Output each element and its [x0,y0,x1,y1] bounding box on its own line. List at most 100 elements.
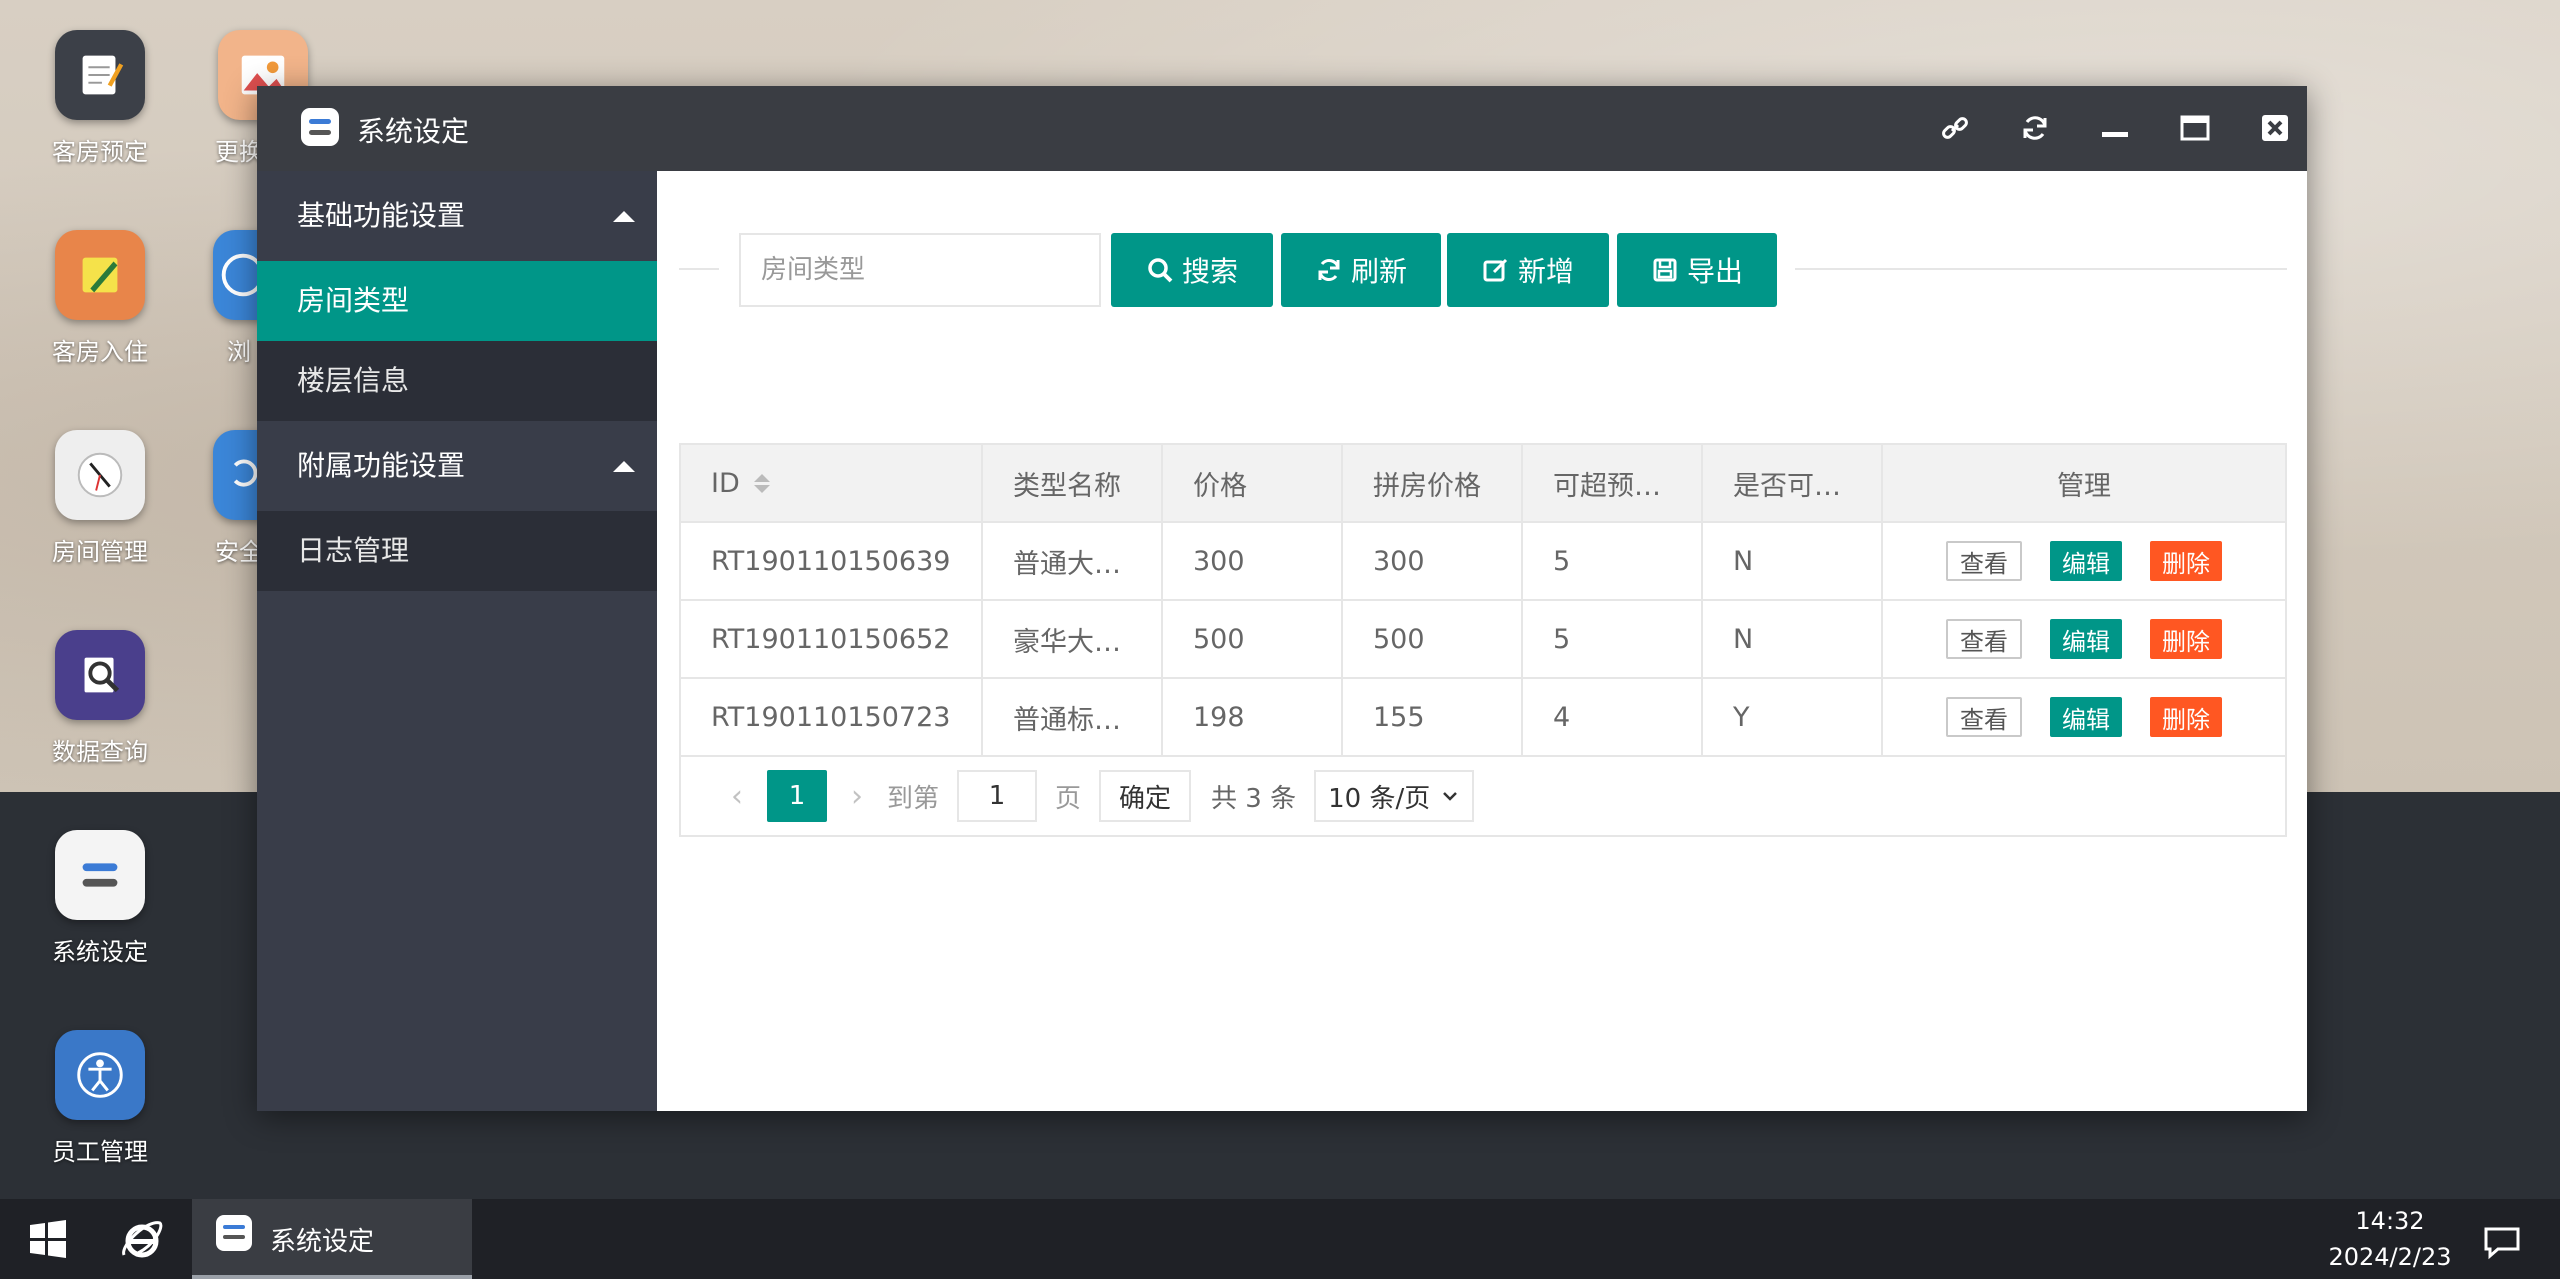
cell-name: 普通大… [983,523,1163,599]
refresh-icon [1318,259,1340,281]
cell-price: 300 [1163,523,1343,599]
cell-price: 500 [1163,601,1343,677]
view-button[interactable]: 查看 [1946,541,2022,581]
cell-name: 普通标… [983,679,1163,755]
main-content: 房间类型 搜索 刷新 新增 导出 ID 类型名称 价格 拼房价格 可超预… 是否… [657,171,2307,1111]
taskbar: 系统设定 14:32 2024/2/23 [0,1199,2560,1279]
magnifier-icon [55,630,145,720]
maximize-icon[interactable] [2177,110,2213,146]
taskbar-app-system-settings[interactable]: 系统设定 [192,1199,472,1279]
page-size-select[interactable]: 10 条/页 [1314,770,1475,822]
notification-chat-icon[interactable] [2482,1221,2522,1261]
sidebar-item-log-management[interactable]: 日志管理 [257,511,657,591]
close-icon[interactable] [2257,110,2293,146]
total-count: 共 3 条 [1211,783,1297,814]
pencil-note-icon [55,230,145,320]
search-icon [1148,258,1173,283]
confirm-button[interactable]: 确定 [1099,770,1192,822]
sort-icon[interactable] [753,473,770,493]
cell-share-price: 300 [1343,523,1523,599]
add-button[interactable]: 新增 [1447,233,1609,307]
cell-allow: N [1703,523,1883,599]
goto-label: 到第 [887,783,940,814]
desktop-icon-staff-management[interactable]: 员工管理 [20,1030,180,1167]
page-label: 页 [1055,783,1082,814]
person-icon [55,1030,145,1120]
cell-allow: Y [1703,679,1883,755]
refresh-button[interactable]: 刷新 [1281,233,1441,307]
cell-allow: N [1703,601,1883,677]
desktop-icon-data-query[interactable]: 数据查询 [20,630,180,767]
table-header: ID 类型名称 价格 拼房价格 可超预… 是否可… 管理 [681,445,2285,523]
app-icon [301,108,339,146]
sidebar: 基础功能设置 房间类型 楼层信息 附属功能设置 日志管理 [257,171,657,1111]
toolbar-divider [679,268,719,270]
cell-overbook: 5 [1523,523,1703,599]
sidebar-item-room-type[interactable]: 房间类型 [257,261,657,341]
cell-id: RT190110150652 [681,601,983,677]
window-title: 系统设定 [357,115,470,148]
table-row: RT190110150639 普通大… 300 300 5 N 查看 编辑 删除 [681,523,2285,601]
caret-up-icon [613,461,635,472]
link-icon[interactable] [1937,110,1973,146]
sidebar-group-basic[interactable]: 基础功能设置 [257,171,657,261]
internet-explorer-icon[interactable] [118,1215,166,1263]
cell-price: 198 [1163,679,1343,755]
search-input[interactable]: 房间类型 [739,233,1101,307]
table-row: RT190110150652 豪华大… 500 500 5 N 查看 编辑 删除 [681,601,2285,679]
edit-button[interactable]: 编辑 [2050,697,2122,737]
delete-button[interactable]: 删除 [2150,619,2222,659]
toolbar-divider [1795,268,2287,270]
cell-manage: 查看 编辑 删除 [1883,601,2285,677]
settings-toggle-icon [55,830,145,920]
sidebar-group-extra[interactable]: 附属功能设置 [257,421,657,511]
header-price: 价格 [1163,445,1343,521]
cell-overbook: 5 [1523,601,1703,677]
caret-up-icon [613,211,635,222]
header-id[interactable]: ID [681,445,983,521]
window-titlebar[interactable]: 系统设定 [257,86,2307,171]
export-button[interactable]: 导出 [1617,233,1777,307]
pagination: ‹ 1 › 到第 1 页 确定 共 3 条 10 条/页 [681,757,2285,835]
minimize-icon[interactable] [2097,110,2133,146]
cell-name: 豪华大… [983,601,1163,677]
cell-id: RT190110150723 [681,679,983,755]
goto-page-input[interactable]: 1 [957,770,1038,822]
taskbar-clock[interactable]: 14:32 2024/2/23 [2300,1203,2480,1275]
edit-button[interactable]: 编辑 [2050,541,2122,581]
notepad-icon [55,30,145,120]
clock-icon [55,430,145,520]
prev-page-icon[interactable]: ‹ [707,779,767,814]
desktop-icon-booking[interactable]: 客房预定 [20,30,180,167]
cell-share-price: 155 [1343,679,1523,755]
save-icon [1653,258,1677,282]
chevron-down-icon [1443,792,1458,801]
header-manage: 管理 [2057,470,2111,502]
view-button[interactable]: 查看 [1946,697,2022,737]
desktop-icon-system-settings[interactable]: 系统设定 [20,830,180,967]
header-allow: 是否可… [1703,445,1883,521]
cell-manage: 查看 编辑 删除 [1883,679,2285,755]
current-page[interactable]: 1 [767,770,827,822]
delete-button[interactable]: 删除 [2150,541,2222,581]
next-page-icon[interactable]: › [827,779,887,814]
header-name: 类型名称 [983,445,1163,521]
sidebar-item-floor-info[interactable]: 楼层信息 [257,341,657,421]
search-button[interactable]: 搜索 [1111,233,1273,307]
room-type-table: ID 类型名称 价格 拼房价格 可超预… 是否可… 管理 RT190110150… [679,443,2287,837]
table-row: RT190110150723 普通标… 198 155 4 Y 查看 编辑 删除 [681,679,2285,757]
edit-icon [1483,258,1508,282]
app-icon [216,1215,252,1251]
refresh-icon[interactable] [2017,110,2053,146]
cell-manage: 查看 编辑 删除 [1883,523,2285,599]
desktop-icon-room-management[interactable]: 房间管理 [20,430,180,567]
edit-button[interactable]: 编辑 [2050,619,2122,659]
view-button[interactable]: 查看 [1946,619,2022,659]
delete-button[interactable]: 删除 [2150,697,2222,737]
header-overbook: 可超预… [1523,445,1703,521]
settings-window: 系统设定 基础功能设置 房间类型 楼层信息 附属功能设置 日志管理 房间类型 搜… [257,86,2307,1111]
desktop-icon-checkin[interactable]: 客房入住 [20,230,180,367]
cell-id: RT190110150639 [681,523,983,599]
windows-start-icon[interactable] [28,1219,68,1259]
header-share-price: 拼房价格 [1343,445,1523,521]
